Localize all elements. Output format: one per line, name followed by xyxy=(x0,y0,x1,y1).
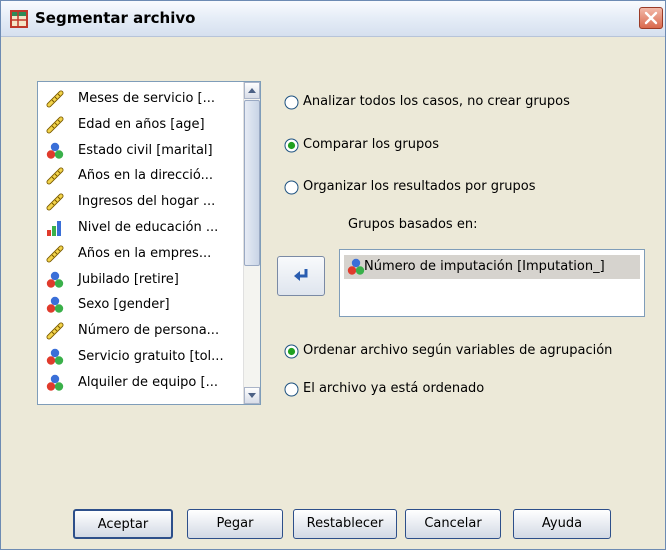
ordinal-icon xyxy=(47,221,61,236)
chevron-up-icon xyxy=(248,88,256,93)
list-item[interactable]: Edad en años [age] xyxy=(44,114,244,136)
list-item-label: Años en la direcció... xyxy=(78,168,214,184)
cancel-button[interactable]: Cancelar xyxy=(405,509,501,539)
radio-already-sorted[interactable] xyxy=(284,382,299,397)
group-item[interactable]: Número de imputación [Imputation_] xyxy=(344,255,640,279)
close-icon xyxy=(644,11,658,25)
scale-icon xyxy=(46,116,64,134)
title-bar: Segmentar archivo xyxy=(1,1,665,37)
split-file-dialog: Segmentar archivo Meses de servicio [...… xyxy=(0,0,666,550)
radio-analyze-all[interactable] xyxy=(284,95,299,110)
scroll-up-button[interactable] xyxy=(244,82,260,99)
move-variable-button[interactable] xyxy=(277,256,325,296)
variable-list[interactable]: Meses de servicio [... Edad en años [age]… xyxy=(37,81,261,405)
groups-based-on-label: Grupos basados en: xyxy=(348,217,478,232)
list-item[interactable]: Años en la direcció... xyxy=(44,165,244,187)
list-item[interactable]: Nivel de educación ... xyxy=(44,217,244,239)
groups-list[interactable]: Número de imputación [Imputation_] xyxy=(339,249,645,317)
radio-already-sorted-label: El archivo ya está ordenado xyxy=(303,381,485,396)
list-item-label: Ingresos del hogar ... xyxy=(78,194,216,210)
list-item-label: Jubilado [retire] xyxy=(78,271,179,287)
scale-icon xyxy=(46,193,64,211)
scroll-thumb[interactable] xyxy=(244,100,260,266)
list-item-label: Sexo [gender] xyxy=(78,297,170,313)
list-item-label: Estado civil [marital] xyxy=(78,142,213,158)
list-item[interactable]: Meses de servicio [... xyxy=(44,88,244,110)
nominal-icon xyxy=(347,258,365,275)
list-item-label: Edad en años [age] xyxy=(78,116,205,132)
variable-list-scrollbar[interactable] xyxy=(243,82,260,404)
ok-button[interactable]: Aceptar xyxy=(73,509,173,539)
list-item-label: Meses de servicio [... xyxy=(78,91,216,106)
nominal-icon xyxy=(46,142,64,159)
list-item-label: Años en la empres... xyxy=(78,245,212,261)
radio-compare-groups[interactable] xyxy=(284,138,299,153)
reset-button[interactable]: Restablecer xyxy=(293,509,397,539)
list-item-label: Número de persona... xyxy=(78,323,220,339)
nominal-icon xyxy=(46,374,64,391)
nominal-icon xyxy=(46,348,64,365)
list-item[interactable]: Estado civil [marital] xyxy=(44,140,244,162)
list-item[interactable]: Sexo [gender] xyxy=(44,294,244,316)
radio-compare-groups-label: Comparar los grupos xyxy=(303,137,439,152)
radio-analyze-all-label: Analizar todos los casos, no crear grupo… xyxy=(303,94,570,109)
scale-icon xyxy=(46,245,64,263)
app-icon xyxy=(10,10,28,28)
radio-organize-output[interactable] xyxy=(284,180,299,195)
list-item[interactable]: Jubilado [retire] xyxy=(44,269,244,291)
radio-sort-by-grouping-label: Ordenar archivo según variables de agrup… xyxy=(303,343,613,358)
list-item[interactable]: Alquiler de equipo [... xyxy=(44,372,244,394)
nominal-icon xyxy=(46,297,64,314)
list-item[interactable]: Años en la empres... xyxy=(44,243,244,265)
chevron-down-icon xyxy=(248,393,256,398)
help-button[interactable]: Ayuda xyxy=(513,509,611,539)
list-item[interactable]: Número de persona... xyxy=(44,320,244,342)
list-item[interactable]: Servicio gratuito [tol... xyxy=(44,346,244,368)
list-item[interactable]: Ingresos del hogar ... xyxy=(44,191,244,213)
radio-sort-by-grouping[interactable] xyxy=(284,344,299,359)
nominal-icon xyxy=(46,271,64,288)
close-button[interactable] xyxy=(639,7,663,29)
scale-icon xyxy=(46,322,64,340)
list-item-label: Servicio gratuito [tol... xyxy=(78,349,224,364)
radio-organize-output-label: Organizar los resultados por grupos xyxy=(303,179,536,194)
scroll-down-button[interactable] xyxy=(244,387,260,404)
paste-button[interactable]: Pegar xyxy=(187,509,283,539)
arrow-right-icon xyxy=(294,269,308,281)
list-item-label: Nivel de educación ... xyxy=(78,220,219,235)
scale-icon xyxy=(46,167,64,185)
group-item-label: Número de imputación [Imputation_] xyxy=(364,259,605,274)
list-item-label: Alquiler de equipo [... xyxy=(78,374,218,390)
scale-icon xyxy=(46,90,64,108)
dialog-title: Segmentar archivo xyxy=(35,9,196,27)
